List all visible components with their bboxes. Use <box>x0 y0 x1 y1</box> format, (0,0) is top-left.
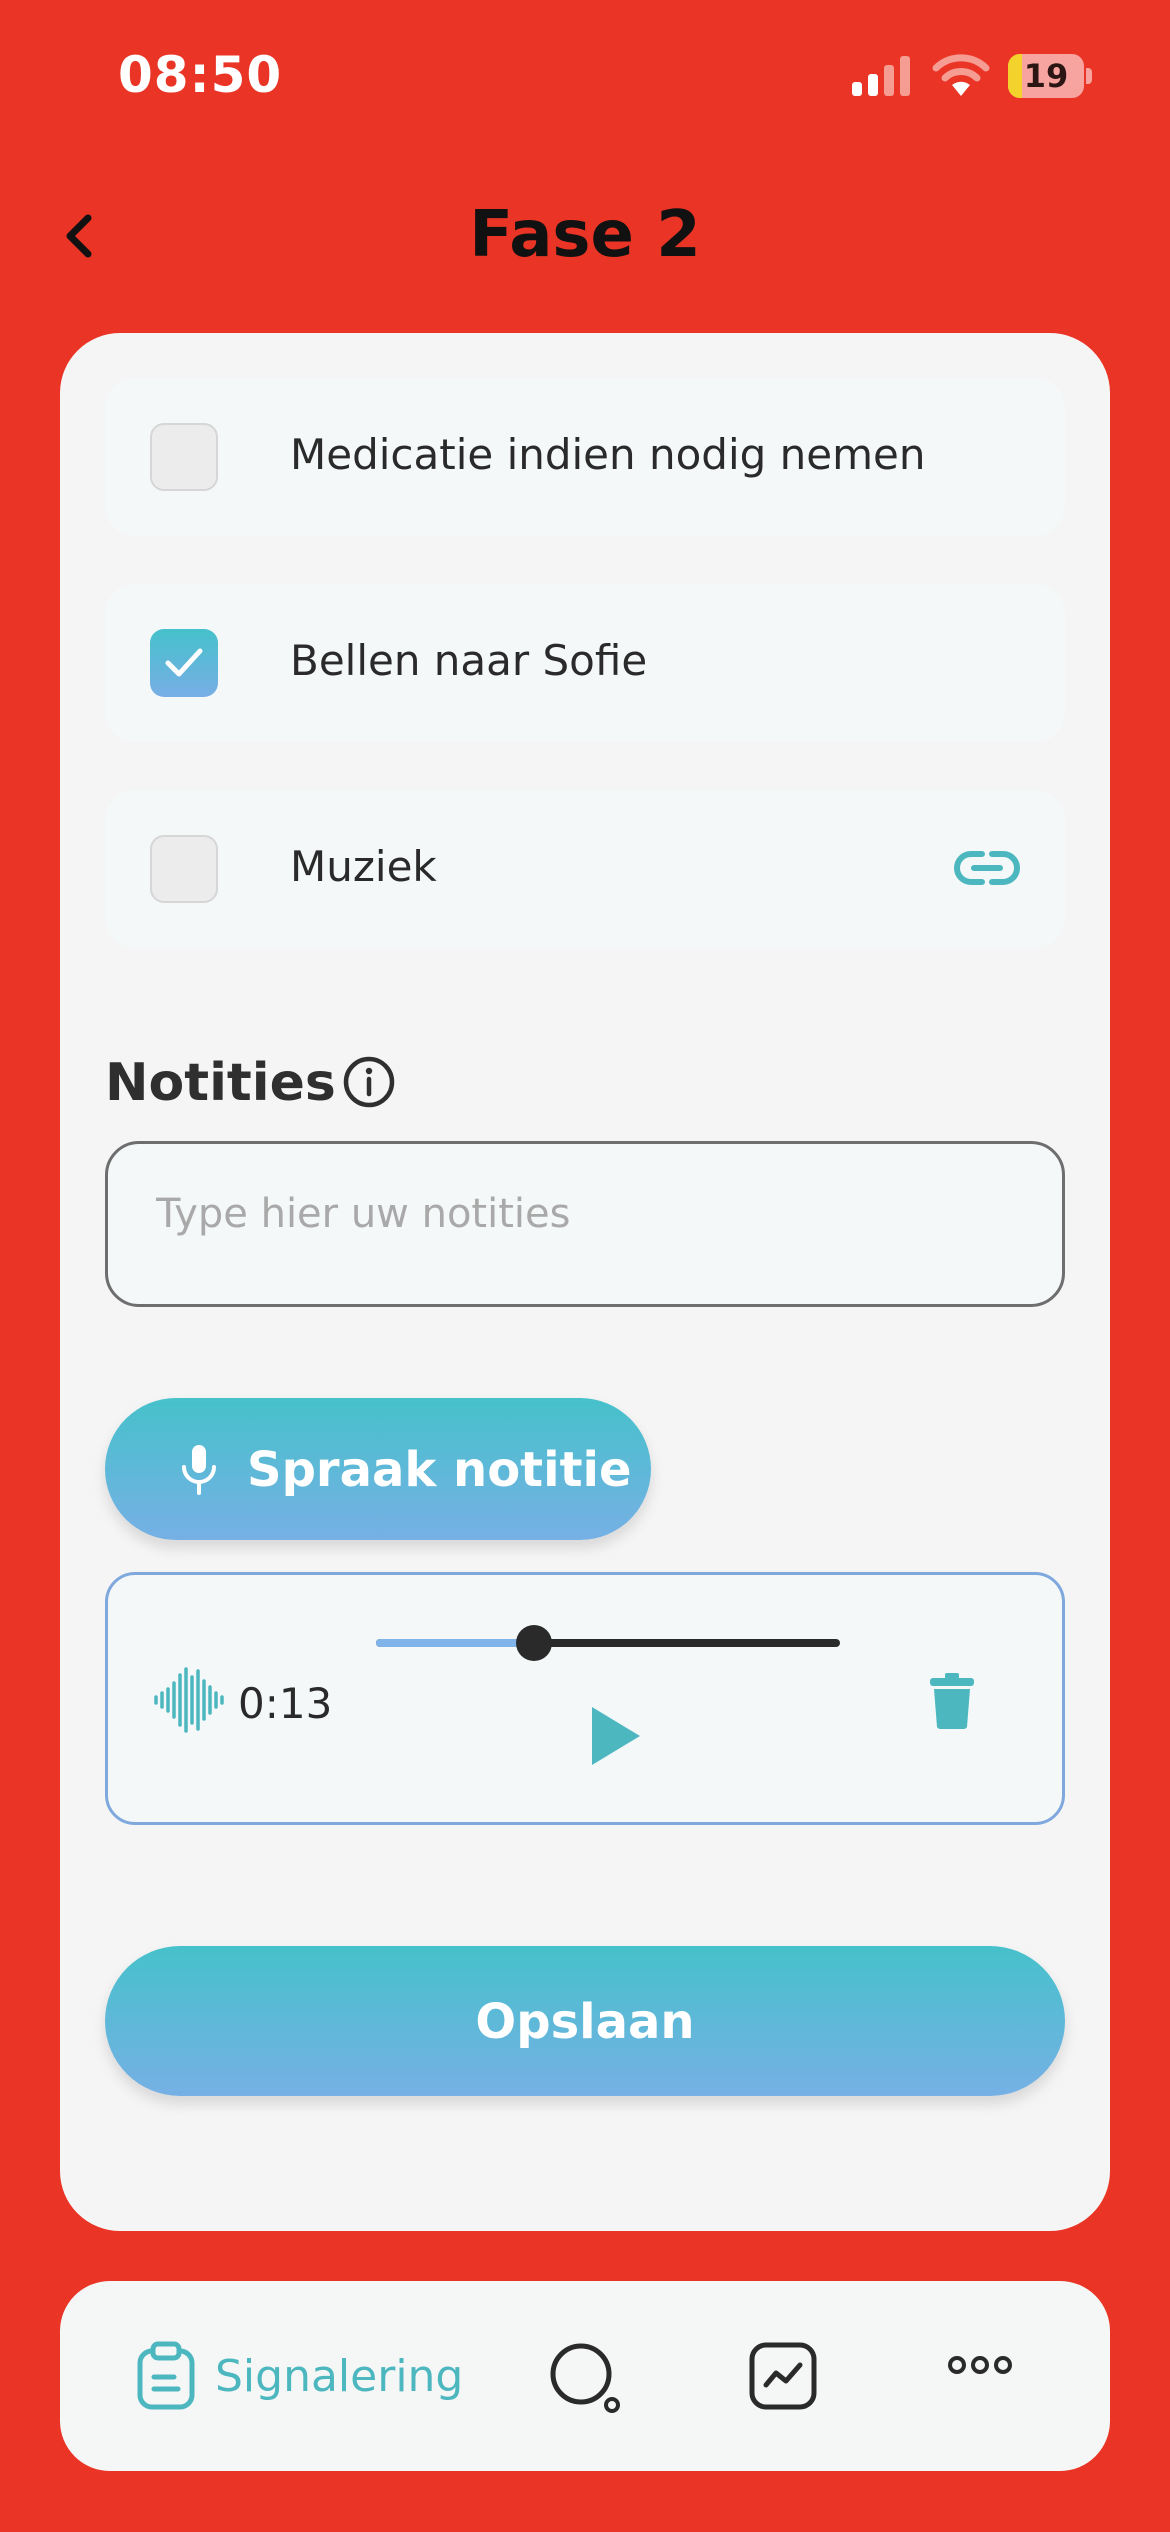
battery-icon: 19 <box>1008 54 1084 98</box>
wifi-icon <box>932 54 990 96</box>
task-label: Bellen naar Sofie <box>290 636 648 685</box>
audio-duration: 0:13 <box>238 1679 333 1728</box>
audio-seek-slider[interactable] <box>376 1625 840 1661</box>
task-checkbox[interactable] <box>150 835 218 903</box>
task-checkbox-checked[interactable] <box>150 629 218 697</box>
clipboard-icon <box>137 2341 195 2410</box>
voice-note-label: Spraak notitie <box>247 1442 632 1498</box>
play-icon[interactable] <box>588 1705 642 1767</box>
audio-progress-fill <box>376 1639 534 1647</box>
signal-icon <box>852 56 910 96</box>
tab-bar: Signalering <box>60 2281 1110 2471</box>
battery-tip <box>1086 68 1092 84</box>
link-icon[interactable] <box>954 848 1020 888</box>
checkmark-icon <box>165 648 203 677</box>
task-item-call-sofie[interactable]: Bellen naar Sofie <box>105 584 1065 742</box>
notes-field[interactable] <box>105 1141 1065 1307</box>
main-card: Medicatie indien nodig nemen Bellen naar… <box>60 333 1110 2231</box>
save-button[interactable]: Opslaan <box>105 1946 1065 2096</box>
task-label: Muziek <box>290 842 437 891</box>
task-item-medication[interactable]: Medicatie indien nodig nemen <box>105 378 1065 536</box>
task-label: Medicatie indien nodig nemen <box>290 430 926 479</box>
audio-player: 0:13 <box>105 1572 1065 1825</box>
battery-level: 19 <box>1023 57 1069 95</box>
status-time: 08:50 <box>118 46 283 104</box>
chart-icon[interactable] <box>748 2341 818 2411</box>
audio-seek-handle[interactable] <box>515 1625 552 1661</box>
task-item-music[interactable]: Muziek <box>105 790 1065 948</box>
waveform-icon <box>154 1667 224 1733</box>
task-checkbox[interactable] <box>150 423 218 491</box>
status-bar: 08:50 19 <box>0 0 1170 160</box>
notes-heading: Notities <box>105 1053 336 1113</box>
tab-signalering-label: Signalering <box>215 2351 464 2402</box>
voice-note-button[interactable]: Spraak notitie <box>105 1398 651 1540</box>
page-title: Fase 2 <box>469 198 701 272</box>
notes-input[interactable] <box>154 1190 1018 1238</box>
save-label: Opslaan <box>475 1994 695 2050</box>
search-icon[interactable] <box>548 2341 624 2417</box>
trash-icon[interactable] <box>930 1673 974 1729</box>
more-icon[interactable] <box>948 2353 1012 2377</box>
microphone-icon <box>182 1445 216 1495</box>
info-icon[interactable] <box>342 1055 396 1109</box>
